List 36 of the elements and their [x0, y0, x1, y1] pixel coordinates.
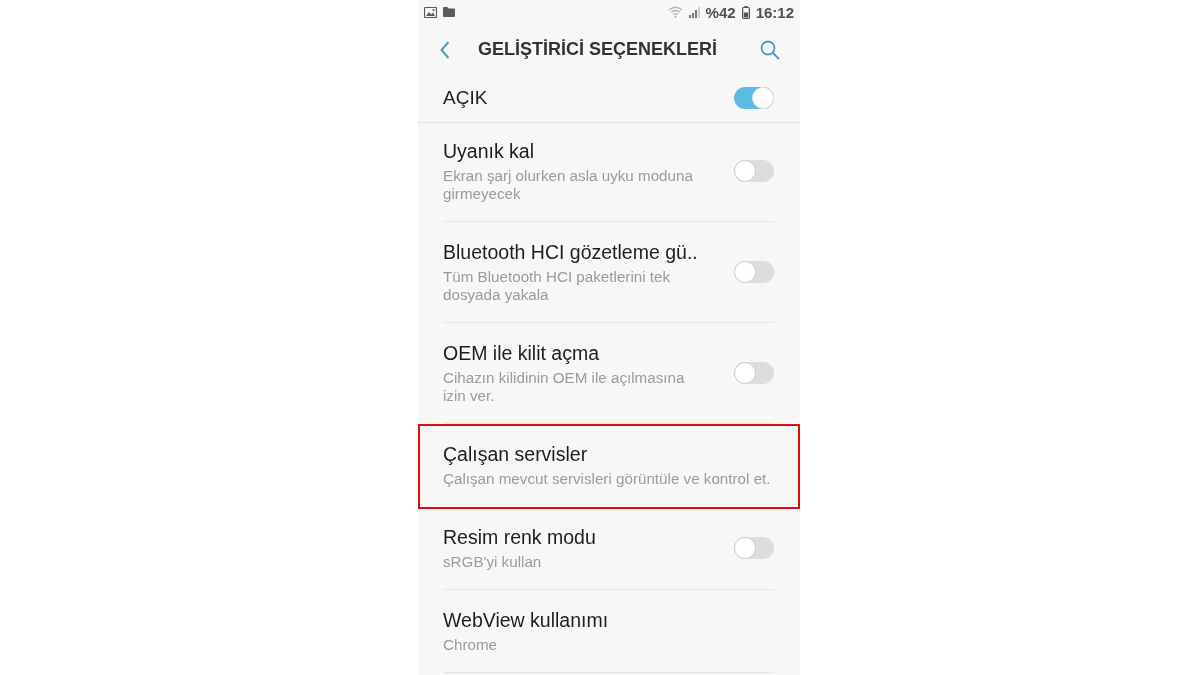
battery-level: %42	[705, 4, 736, 21]
folder-icon	[443, 7, 455, 18]
toggle-switch[interactable]	[734, 87, 774, 110]
setting-description: Chrome	[443, 636, 499, 654]
settings-row[interactable]: Çalışan servisler Çalışan mevcut servisleri görüntüle ve kontrol et.	[418, 424, 800, 509]
setting-description: Ekran şarj olurken asla uyku moduna girmeyecek	[443, 167, 694, 203]
clock-time: 16:12	[755, 4, 794, 21]
back-button[interactable]	[440, 40, 450, 59]
setting-description: Tüm Bluetooth HCI paketlerini tek dosyada yakala	[443, 268, 672, 304]
search-icon	[760, 39, 780, 60]
toggle-switch[interactable]	[734, 362, 774, 384]
toggle-switch[interactable]	[734, 261, 774, 283]
setting-description: Çalışan mevcut servisleri görüntüle ve kontrol et.	[443, 470, 772, 488]
settings-row[interactable]: OEM ile kilit açma Cihazın kilidinin OEM ile açılmasına izin ver.	[418, 325, 800, 426]
setting-title: Uyanık kal	[443, 139, 536, 164]
setting-title: Resim renk modu	[443, 525, 597, 550]
setting-description: Cihazın kilidinin OEM ile açılmasına izin ver.	[443, 369, 686, 405]
setting-title: Çalışan servisler	[443, 442, 589, 467]
setting-title: Bluetooth HCI gözetleme gü..	[443, 240, 699, 265]
toggle-switch[interactable]	[734, 537, 774, 559]
master-switch-label: AÇIK	[443, 87, 489, 110]
signal-icon	[688, 7, 700, 18]
settings-row[interactable]: Resim renk modu sRGB'yi kullan	[418, 509, 800, 592]
settings-row[interactable]: Bluetooth HCI gözetleme gü.. Tüm Bluetooth HCI paketlerini tek dosyada yakala	[418, 224, 800, 325]
toggle-switch[interactable]	[734, 160, 774, 182]
wifi-icon	[667, 6, 683, 19]
image-icon	[424, 7, 437, 18]
search-button[interactable]	[760, 39, 780, 60]
settings-row[interactable]: Uyanık kal Ekran şarj olurken asla uyku moduna girmeyecek	[418, 123, 800, 224]
setting-description: sRGB'yi kullan	[443, 553, 543, 571]
settings-row[interactable]: WebView kullanımı Chrome	[418, 592, 800, 675]
chevron-left-icon	[440, 40, 450, 59]
setting-title: OEM ile kilit açma	[443, 341, 601, 366]
setting-title: WebView kullanımı	[443, 608, 610, 633]
battery-icon	[741, 6, 750, 19]
page-title: GELİŞTİRİCİ SEÇENEKLERİ	[478, 39, 719, 61]
